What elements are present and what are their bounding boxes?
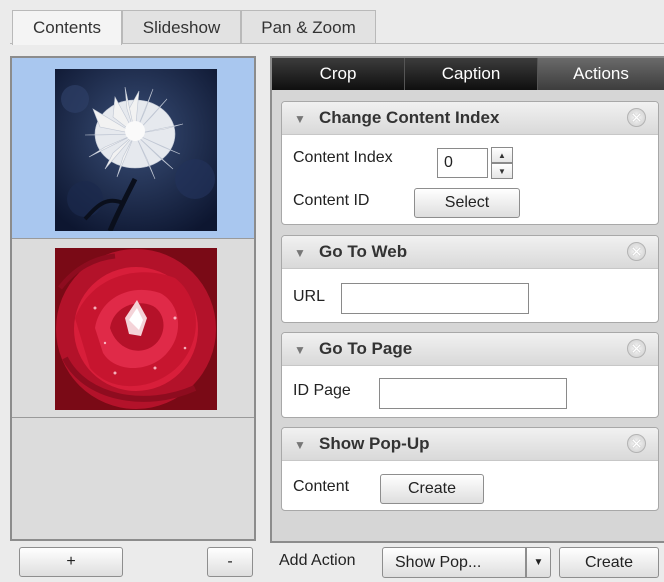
tab-slideshow[interactable]: Slideshow: [122, 10, 241, 44]
go-to-web-card: ▼ Go To Web ✕ URL: [281, 235, 659, 323]
dropdown-arrow-icon[interactable]: ▼: [526, 547, 551, 578]
tab-label: Contents: [32, 18, 102, 37]
change-content-index-card: ▼ Change Content Index ✕ Content Index 0…: [281, 101, 659, 225]
collapse-icon[interactable]: ▼: [294, 112, 306, 126]
spin-down-icon[interactable]: ▼: [491, 163, 513, 179]
red-rose-thumbnail: [55, 248, 217, 410]
action-type-select[interactable]: Show Pop...: [382, 547, 526, 578]
card-header[interactable]: ▼ Go To Web ✕: [282, 236, 658, 269]
actions-panel: Crop Caption Actions ▼ Change Content In…: [270, 56, 664, 543]
content-item-1[interactable]: [12, 58, 254, 239]
content-list-panel: [10, 56, 256, 541]
close-icon[interactable]: ✕: [627, 108, 646, 127]
tab-label: Pan & Zoom: [261, 17, 356, 37]
content-label: Content: [293, 478, 350, 495]
card-title: Go To Page: [319, 339, 413, 358]
tab-label: Slideshow: [142, 17, 221, 37]
subtab-actions[interactable]: Actions: [538, 58, 664, 90]
sub-tab-bar: Crop Caption Actions: [272, 58, 664, 90]
create-action-button[interactable]: Create: [559, 547, 659, 578]
id-page-label: ID Page: [293, 382, 351, 399]
go-to-page-card: ▼ Go To Page ✕ ID Page: [281, 332, 659, 418]
collapse-icon[interactable]: ▼: [294, 438, 306, 452]
card-header[interactable]: ▼ Change Content Index ✕: [282, 102, 658, 135]
spin-up-icon[interactable]: ▲: [491, 147, 513, 163]
content-id-label: Content ID: [293, 192, 370, 209]
show-popup-card: ▼ Show Pop-Up ✕ Content Create: [281, 427, 659, 511]
card-title: Show Pop-Up: [319, 434, 430, 453]
close-icon[interactable]: ✕: [627, 434, 646, 453]
close-icon[interactable]: ✕: [627, 242, 646, 261]
content-index-input[interactable]: 0: [437, 148, 488, 178]
add-content-button[interactable]: +: [19, 547, 123, 577]
white-flower-thumbnail: [55, 69, 217, 231]
card-header[interactable]: ▼ Show Pop-Up ✕: [282, 428, 658, 461]
url-input[interactable]: [341, 283, 529, 314]
id-page-input[interactable]: [379, 378, 567, 409]
select-button[interactable]: Select: [414, 188, 520, 218]
create-popup-button[interactable]: Create: [380, 474, 484, 504]
collapse-icon[interactable]: ▼: [294, 343, 306, 357]
card-header[interactable]: ▼ Go To Page ✕: [282, 333, 658, 366]
content-item-2[interactable]: [12, 239, 254, 418]
card-title: Change Content Index: [319, 108, 500, 127]
url-label: URL: [293, 288, 326, 305]
remove-content-button[interactable]: -: [207, 547, 253, 577]
add-action-label: Add Action: [279, 552, 356, 569]
tab-pan-zoom[interactable]: Pan & Zoom: [241, 10, 376, 44]
card-title: Go To Web: [319, 242, 408, 261]
subtab-label: Caption: [441, 64, 501, 83]
subtab-label: Actions: [573, 64, 629, 83]
close-icon[interactable]: ✕: [627, 339, 646, 358]
subtab-crop[interactable]: Crop: [272, 58, 404, 90]
tab-contents[interactable]: Contents: [12, 10, 122, 45]
collapse-icon[interactable]: ▼: [294, 246, 306, 260]
subtab-label: Crop: [319, 64, 357, 83]
content-index-label: Content Index: [293, 149, 393, 166]
subtab-caption[interactable]: Caption: [405, 58, 537, 90]
